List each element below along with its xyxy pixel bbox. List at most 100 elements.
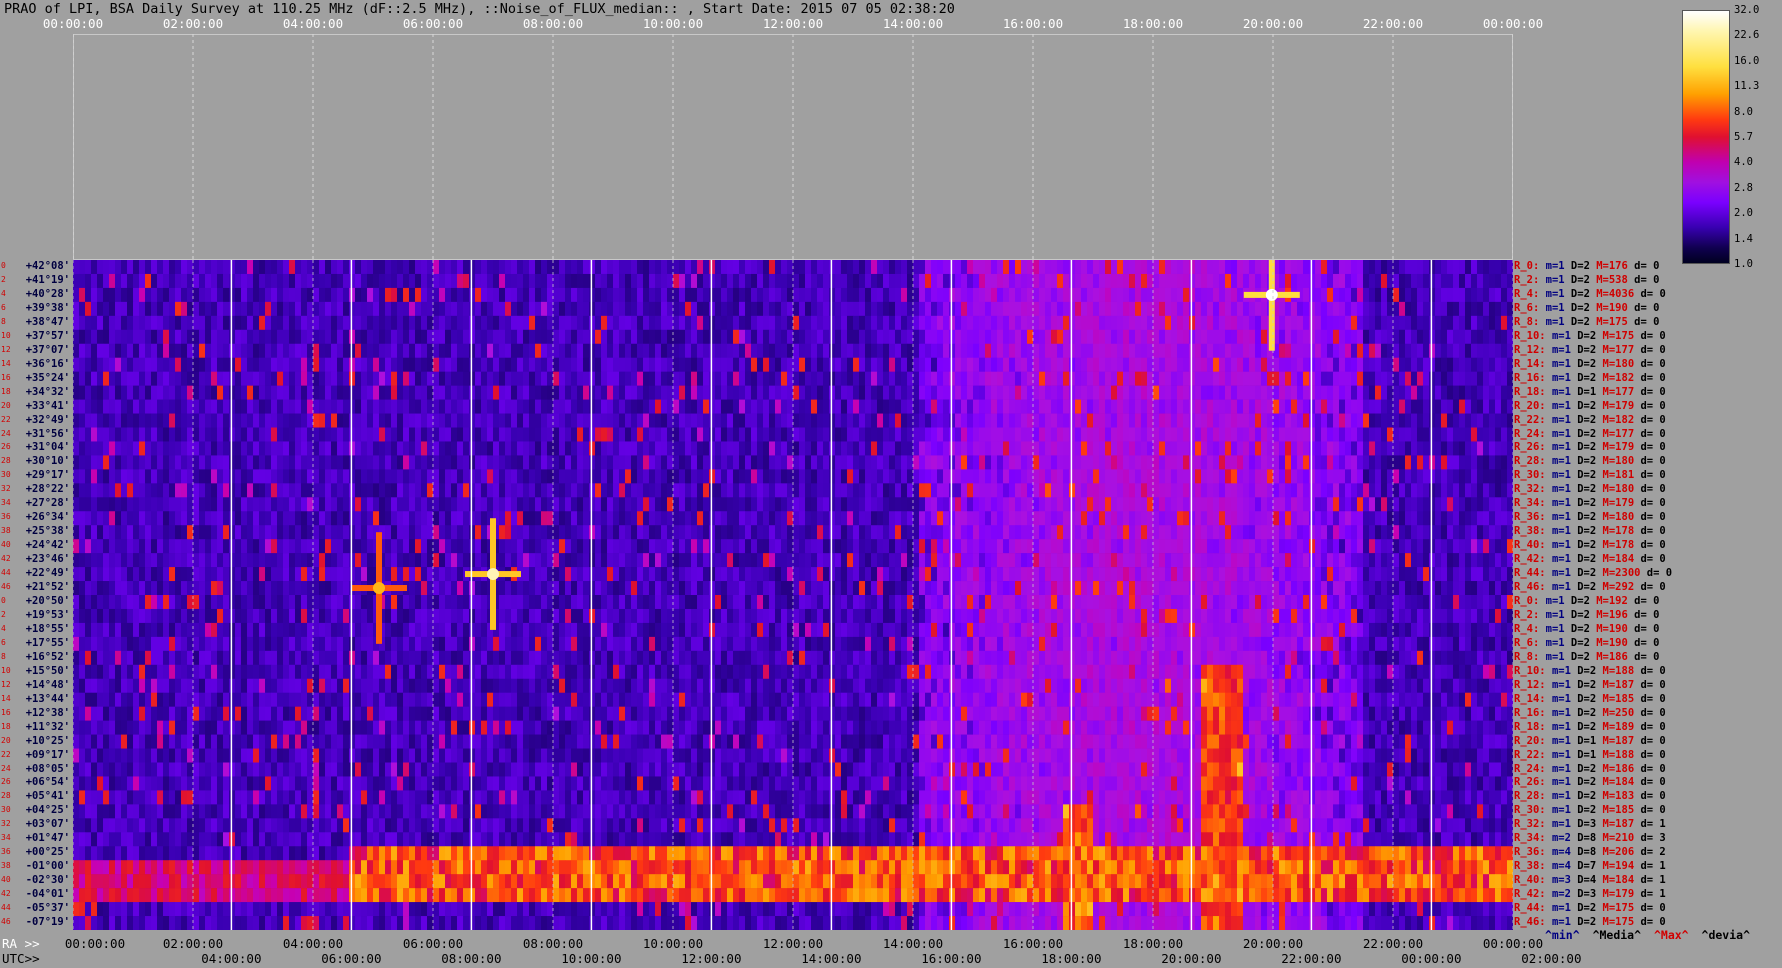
declination-labels: +42°08' 0 +41°19' 2 +40°28' 4 +39°38' 6 +38°47' 8…	[0, 260, 73, 930]
heatmap-cell	[289, 539, 296, 554]
declination-label: +35°24'	[25, 371, 70, 384]
heatmap-cell	[1243, 525, 1250, 540]
heatmap-cell	[283, 399, 290, 414]
heatmap-cell	[1177, 441, 1184, 456]
heatmap-cell	[1021, 385, 1028, 400]
heatmap-cell	[685, 273, 692, 289]
heatmap-cell	[997, 399, 1004, 414]
heatmap-cell	[1093, 469, 1100, 484]
heatmap-cell	[577, 301, 584, 317]
heatmap-cell	[979, 497, 986, 512]
heatmap-cell	[637, 469, 644, 484]
heatmap-cell	[1123, 455, 1130, 470]
heatmap-cell	[1207, 441, 1214, 456]
heatmap-cell	[157, 385, 164, 400]
heatmap-cell	[355, 441, 362, 456]
heatmap-cell	[133, 385, 140, 400]
heatmap-cell	[181, 315, 188, 331]
heatmap-cell	[1507, 329, 1513, 345]
heatmap-cell	[841, 455, 848, 470]
heatmap-cell	[673, 483, 680, 498]
heatmap-cell	[985, 455, 992, 470]
heatmap-cell	[265, 539, 272, 554]
heatmap-cell	[145, 287, 152, 303]
heatmap-cell	[157, 441, 164, 456]
heatmap-cell	[487, 455, 494, 470]
heatmap-cell	[649, 497, 656, 512]
heatmap-cell	[169, 287, 176, 303]
top-axis-tick: 12:00:00	[762, 16, 824, 31]
heatmap-cell	[1423, 441, 1430, 456]
heatmap-cell	[1093, 343, 1100, 359]
heatmap-cell	[1465, 497, 1472, 512]
heatmap-cell	[613, 483, 620, 498]
heatmap-cell	[91, 260, 98, 275]
heatmap-cell	[559, 371, 566, 386]
heatmap-cell	[397, 301, 404, 317]
heatmap-cell	[775, 260, 782, 275]
heatmap-cell	[205, 301, 212, 317]
heatmap-cell	[493, 273, 500, 289]
heatmap-cell	[625, 315, 632, 331]
heatmap-cell	[865, 301, 872, 317]
heatmap-cell	[661, 455, 668, 470]
heatmap-cell	[157, 260, 164, 275]
heatmap-cell	[625, 525, 632, 540]
heatmap-cell	[1051, 525, 1058, 540]
heatmap-cell	[1171, 525, 1178, 540]
heatmap-cell	[1147, 511, 1154, 526]
heatmap-cell	[877, 427, 884, 442]
heatmap-cell	[583, 483, 590, 498]
heatmap-cell	[751, 497, 758, 512]
heatmap-cell	[187, 357, 194, 372]
heatmap-cell	[211, 273, 218, 289]
heatmap-cell	[457, 511, 464, 526]
heatmap-cell	[205, 469, 212, 484]
heatmap-cell	[1237, 273, 1244, 289]
heatmap-cell	[319, 273, 326, 289]
heatmap-cell	[145, 301, 152, 317]
heatmap-cell	[397, 539, 404, 554]
heatmap-cell	[1333, 343, 1340, 359]
heatmap-cell	[1267, 497, 1274, 512]
heatmap-cell	[1363, 357, 1370, 372]
heatmap-cell	[895, 455, 902, 470]
heatmap-cell	[1159, 329, 1166, 345]
heatmap-cell	[985, 497, 992, 512]
heatmap-cell	[919, 260, 926, 275]
heatmap-cell	[547, 385, 554, 400]
heatmap-cell	[1435, 525, 1442, 540]
heatmap-cell	[1153, 315, 1160, 331]
heatmap-cell	[1105, 455, 1112, 470]
heatmap-cell	[79, 287, 86, 303]
heatmap-cell	[163, 469, 170, 484]
heatmap-cell	[757, 525, 764, 540]
heatmap-cell	[1123, 260, 1130, 275]
heatmap-cell	[973, 329, 980, 345]
heatmap-cell	[1363, 385, 1370, 400]
heatmap-cell	[865, 273, 872, 289]
declination-label: +32°49'	[25, 413, 70, 426]
heatmap-cell	[277, 273, 284, 289]
heatmap-cell	[1159, 371, 1166, 386]
heatmap-cell	[481, 287, 488, 303]
heatmap-cell	[697, 301, 704, 317]
declination-label: +37°07'	[25, 343, 70, 356]
heatmap-cell	[1219, 343, 1226, 359]
heatmap-cell	[1471, 357, 1478, 372]
heatmap-cell	[1027, 371, 1034, 386]
heatmap-cell	[121, 357, 128, 372]
heatmap-cell	[607, 273, 614, 289]
heatmap-cell	[799, 357, 806, 372]
heatmap-cell	[241, 413, 248, 428]
heatmap-cell	[313, 511, 320, 526]
heatmap-cell	[1423, 260, 1430, 275]
heatmap-cell	[1285, 427, 1292, 442]
heatmap-cell	[373, 329, 380, 345]
heatmap-cell	[667, 497, 674, 512]
heatmap-cell	[1111, 287, 1118, 303]
heatmap-cell	[487, 413, 494, 428]
heatmap-cell	[463, 469, 470, 484]
heatmap-cell	[151, 441, 158, 456]
heatmap-cell	[511, 525, 518, 540]
